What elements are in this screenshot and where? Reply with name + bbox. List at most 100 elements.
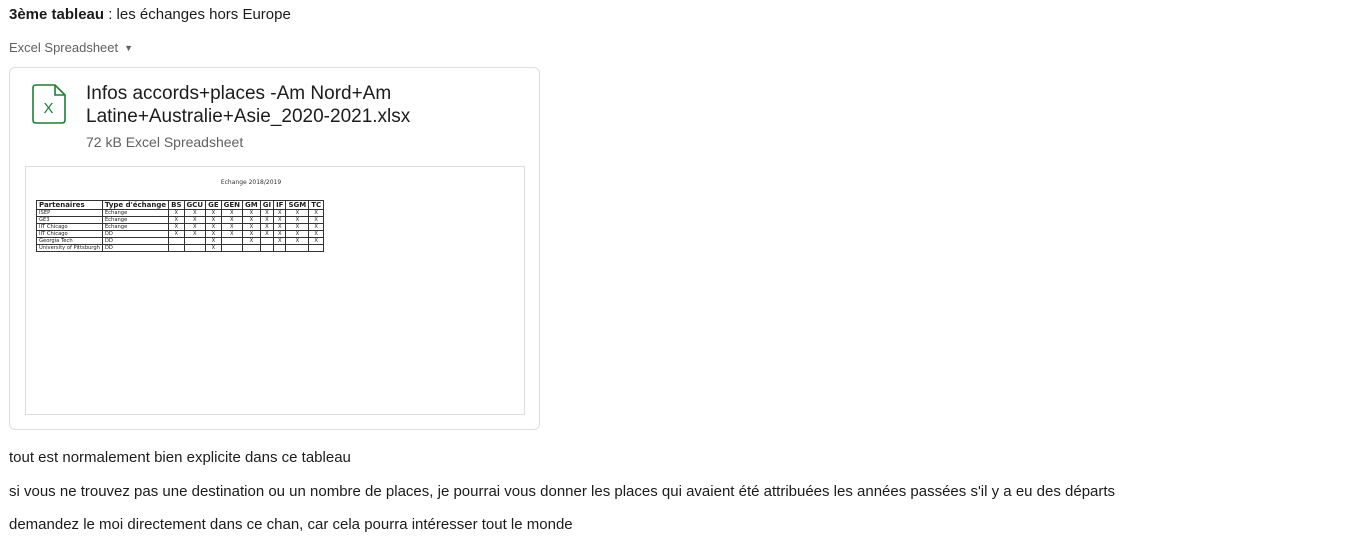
preview-cell: X [242,223,261,231]
preview-cell: X [273,230,287,238]
preview-cell: X [168,216,185,224]
preview-cell: X [308,223,325,231]
preview-header-cell: GCU [183,200,207,210]
preview-cell: X [220,223,244,231]
preview-cell [308,244,325,252]
preview-cell: Echange [101,216,170,224]
preview-cell [183,244,207,252]
file-type-toggle[interactable]: Excel Spreadsheet ▼ [9,40,133,55]
file-type-label: Excel Spreadsheet [9,40,119,55]
preview-cell: DD [101,237,170,245]
preview-sheet-title: Echange 2018/2019 [220,179,282,186]
preview-cell: X [285,230,310,238]
preview-cell: X [242,237,261,245]
preview-header-cell: TC [308,200,325,210]
preview-cell: X [242,216,261,224]
preview-cell: X [259,216,275,224]
preview-cell: X [168,230,185,238]
preview-row: University of Pittsburgh DD X [36,244,325,252]
message-heading: 3ème tableau : les échanges hors Europe [9,4,291,26]
preview-cell [183,237,207,245]
file-title[interactable]: Infos accords+places -Am Nord+Am Latine+… [86,82,526,128]
preview-table: Partenaires Type d'échange BS GCU GE GEN GM GI I… [36,200,325,252]
heading-text: : les échanges hors Europe [104,6,291,23]
preview-cell [220,244,244,252]
preview-cell [168,237,185,245]
preview-cell: DD [101,230,170,238]
preview-cell: Georgia Tech [36,237,103,245]
heading-bold: 3ème tableau [9,6,105,23]
message-line-2: si vous ne trouvez pas une destination o… [9,483,1116,500]
preview-cell: Echange [101,209,170,217]
preview-cell: X [285,223,310,231]
preview-cell: X [273,209,287,217]
preview-cell: X [205,244,222,252]
spreadsheet-preview[interactable]: Echange 2018/2019 Partenaires Type d'écha… [25,166,525,415]
preview-cell: ISEP [36,209,103,217]
preview-cell: Echange [101,223,170,231]
message-line-3: demandez le moi directement dans ce chan… [9,516,573,533]
preview-cell: X [205,216,222,224]
preview-cell [259,244,275,252]
svg-text:X: X [43,100,53,117]
preview-cell: X [259,223,275,231]
preview-cell: X [242,230,261,238]
preview-cell: X [308,216,325,224]
preview-header-cell: Type d'échange [101,200,170,210]
preview-cell: University of Pittsburgh [36,244,103,252]
preview-cell: X [242,209,261,217]
preview-header-cell: GE [205,200,222,210]
preview-header-cell: GM [242,200,261,210]
preview-cell: X [205,230,222,238]
preview-row: IIT Chicago DD X X X X X X X X X [36,230,325,238]
preview-cell: X [183,209,207,217]
caret-down-icon: ▼ [124,42,134,53]
preview-cell [168,244,185,252]
preview-header-cell: GI [259,200,275,210]
preview-cell: X [168,209,185,217]
preview-cell: X [308,237,325,245]
preview-cell [242,244,261,252]
file-meta: 72 kB Excel Spreadsheet [86,134,244,150]
preview-cell: X [205,237,222,245]
preview-cell: X [273,216,287,224]
preview-cell [273,244,287,252]
preview-cell: X [285,209,310,217]
preview-cell: X [183,223,207,231]
preview-cell: X [259,209,275,217]
preview-header-cell: SGM [285,200,310,210]
preview-header-cell: BS [168,200,185,210]
preview-cell: X [183,230,207,238]
preview-header-cell: IF [273,200,287,210]
preview-cell: IIT Chicago [36,223,103,231]
preview-row: Georgia Tech DD X X X X X [36,237,325,245]
preview-cell [259,237,275,245]
preview-cell: X [308,230,325,238]
preview-cell: X [285,237,310,245]
preview-cell: GE3 [36,216,103,224]
preview-cell [220,237,244,245]
preview-cell: IIT Chicago [36,230,103,238]
preview-cell [285,244,310,252]
preview-cell: X [220,216,244,224]
message-line-1: tout est normalement bien explicite dans… [9,449,351,466]
preview-cell: X [220,230,244,238]
preview-cell: X [259,230,275,238]
file-attachment-card[interactable]: X Infos accords+places -Am Nord+Am Latin… [9,67,540,430]
preview-row: GE3 Echange X X X X X X X X X [36,216,325,224]
preview-cell: X [183,216,207,224]
preview-cell: X [273,237,287,245]
preview-cell: X [205,209,222,217]
preview-row: ISEP Echange X X X X X X X X X [36,209,325,217]
preview-cell: DD [101,244,170,252]
preview-header-cell: Partenaires [36,200,103,210]
preview-cell: X [273,223,287,231]
preview-cell: X [168,223,185,231]
preview-cell: X [205,223,222,231]
excel-file-icon: X [32,84,66,124]
preview-cell: X [308,209,325,217]
preview-cell: X [285,216,310,224]
preview-row: IIT Chicago Echange X X X X X X X X X [36,223,325,231]
preview-cell: X [220,209,244,217]
preview-header-cell: GEN [220,200,244,210]
